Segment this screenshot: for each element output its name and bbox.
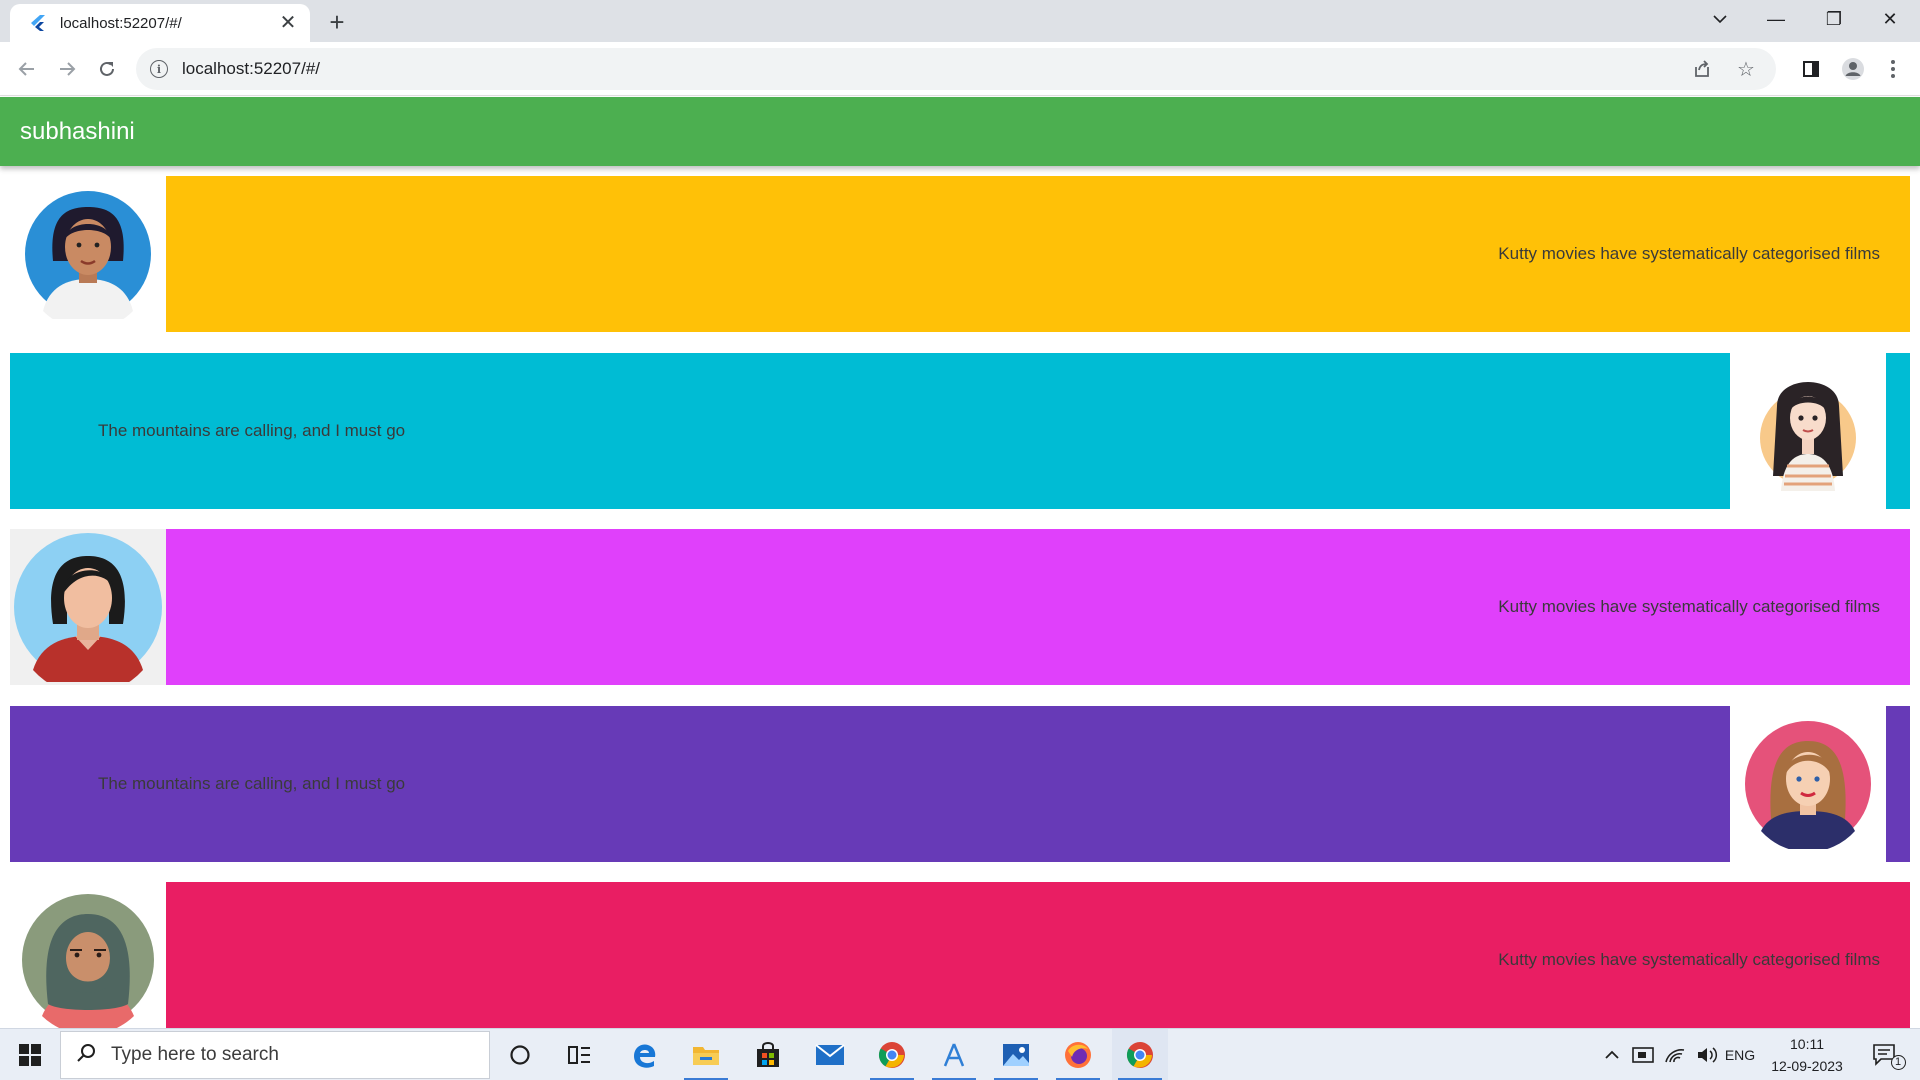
site-info-icon[interactable]: i — [150, 60, 168, 78]
card-message: Kutty movies have systematically categor… — [1498, 597, 1880, 616]
notification-count: 1 — [1890, 1054, 1906, 1070]
bookmark-star-icon[interactable]: ☆ — [1734, 57, 1758, 81]
card-edge-strip — [1886, 353, 1910, 509]
share-icon[interactable] — [1690, 57, 1714, 81]
store-icon[interactable] — [740, 1029, 796, 1080]
language-indicator[interactable]: ENG — [1722, 1029, 1758, 1080]
avatar — [10, 882, 166, 1038]
chrome-icon[interactable] — [864, 1029, 920, 1080]
clock[interactable]: 10:11 12-09-2023 — [1762, 1033, 1852, 1077]
cortana-icon[interactable] — [492, 1029, 548, 1080]
list-item: Kutty movies have systematically categor… — [10, 176, 1910, 332]
app-store-icon[interactable] — [926, 1029, 982, 1080]
avatar — [1730, 706, 1886, 862]
task-view-icon[interactable] — [552, 1029, 608, 1080]
card-content: Kutty movies have systematically categor… — [166, 529, 1910, 685]
card-content: Kutty movies have systematically categor… — [166, 176, 1910, 332]
card-content: The mountains are calling, and I must go — [10, 353, 1730, 509]
taskbar: Type here to search ENG 10:11 12-09-2023… — [0, 1028, 1920, 1080]
windows-start-icon[interactable] — [0, 1029, 60, 1080]
reload-icon[interactable] — [92, 54, 122, 84]
back-arrow-icon[interactable] — [12, 54, 42, 84]
list-item: Kutty movies have systematically categor… — [10, 882, 1910, 1038]
side-panel-icon[interactable] — [1796, 54, 1826, 84]
avatar — [10, 176, 166, 332]
card-message: The mountains are calling, and I must go — [98, 774, 406, 793]
card-content: Kutty movies have systematically categor… — [166, 882, 1910, 1038]
card-message: The mountains are calling, and I must go — [98, 421, 406, 440]
photos-icon[interactable] — [988, 1029, 1044, 1080]
list-item: The mountains are calling, and I must go — [10, 353, 1910, 509]
list-item: The mountains are calling, and I must go — [10, 706, 1910, 862]
menu-kebab-icon[interactable] — [1878, 54, 1908, 84]
clock-date: 12-09-2023 — [1771, 1058, 1843, 1074]
card-message: Kutty movies have systematically categor… — [1498, 950, 1880, 969]
close-window-button[interactable]: ✕ — [1862, 0, 1918, 38]
file-explorer-icon[interactable] — [678, 1029, 734, 1080]
wifi-icon[interactable] — [1660, 1029, 1690, 1080]
chrome-icon[interactable] — [1112, 1029, 1168, 1080]
tab-close-icon[interactable]: ✕ — [278, 13, 298, 33]
minimize-button[interactable]: — — [1748, 0, 1804, 38]
browser-tab-strip: localhost:52207/#/ ✕ + — ❐ ✕ — [0, 0, 1920, 42]
mail-icon[interactable] — [802, 1029, 858, 1080]
card-message: Kutty movies have systematically categor… — [1498, 244, 1880, 263]
app-bar: subhashini — [0, 97, 1920, 166]
browser-toolbar: i localhost:52207/#/ ☆ — [0, 42, 1920, 96]
avatar — [1730, 353, 1886, 509]
taskbar-search-input[interactable]: Type here to search — [60, 1031, 490, 1079]
url-text[interactable]: localhost:52207/#/ — [182, 59, 320, 79]
tab-title: localhost:52207/#/ — [60, 14, 182, 32]
address-bar[interactable]: i localhost:52207/#/ ☆ — [136, 48, 1776, 90]
search-icon — [77, 1043, 97, 1068]
volume-icon[interactable] — [1692, 1029, 1722, 1080]
page-title: subhashini — [20, 117, 135, 145]
tab-search-icon[interactable] — [1692, 0, 1748, 38]
edge-icon[interactable] — [616, 1029, 672, 1080]
browser-tab[interactable]: localhost:52207/#/ ✕ — [10, 4, 310, 42]
clock-time: 10:11 — [1790, 1036, 1824, 1052]
new-tab-button[interactable]: + — [322, 8, 352, 38]
card-edge-strip — [1886, 706, 1910, 862]
firefox-icon[interactable] — [1050, 1029, 1106, 1080]
card-content: The mountains are calling, and I must go — [10, 706, 1730, 862]
chevron-up-icon[interactable] — [1600, 1029, 1624, 1080]
avatar — [10, 529, 166, 685]
profile-avatar-icon[interactable] — [1838, 54, 1868, 84]
list-item: Kutty movies have systematically categor… — [10, 529, 1910, 685]
flutter-icon — [28, 13, 48, 33]
maximize-button[interactable]: ❐ — [1806, 0, 1862, 38]
forward-arrow-icon[interactable] — [52, 54, 82, 84]
notification-icon[interactable]: 1 — [1864, 1029, 1914, 1080]
meet-now-icon[interactable] — [1628, 1029, 1658, 1080]
search-placeholder: Type here to search — [111, 1044, 279, 1065]
